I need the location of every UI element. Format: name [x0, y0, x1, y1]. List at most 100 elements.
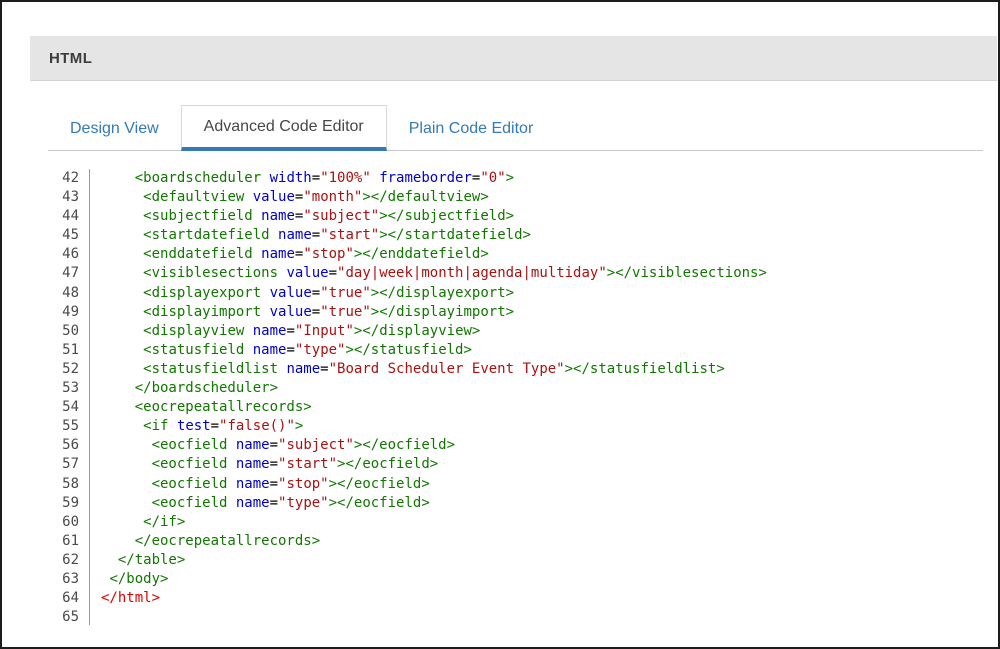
- code-token: =: [320, 361, 328, 377]
- line-number: 65: [48, 608, 90, 625]
- code-token: <boardscheduler: [135, 170, 261, 186]
- code-token: [101, 285, 143, 301]
- code-token: <displayimport: [143, 304, 261, 320]
- code-line-text: <statusfieldlist name="Board Scheduler E…: [90, 360, 725, 379]
- code-token: width: [270, 170, 312, 186]
- code-token: value: [253, 189, 295, 205]
- code-token: "100%": [320, 170, 371, 186]
- code-token: [101, 246, 143, 262]
- code-token: =: [312, 170, 320, 186]
- code-token: ></displayexport>: [371, 285, 514, 301]
- code-token: "start": [278, 456, 337, 472]
- code-token: </boardscheduler>: [135, 380, 278, 396]
- code-token: =: [312, 227, 320, 243]
- code-token: </eocrepeatallrecords>: [135, 533, 320, 549]
- code-token: name: [236, 437, 270, 453]
- code-token: name: [286, 361, 320, 377]
- code-token: [168, 418, 176, 434]
- line-number: 54: [48, 398, 90, 417]
- code-token: "subject": [278, 437, 354, 453]
- code-token: <eocfield: [152, 476, 228, 492]
- code-line: 65: [48, 608, 983, 625]
- code-token: name: [261, 246, 295, 262]
- code-token: </html>: [101, 590, 160, 606]
- code-token: name: [236, 476, 270, 492]
- code-line: 55 <if test="false()">: [48, 417, 983, 436]
- code-editor[interactable]: 42 <boardscheduler width="100%" framebor…: [48, 169, 983, 625]
- code-line: 64</html>: [48, 589, 983, 608]
- html-panel: HTML Design View Advanced Code Editor Pl…: [30, 36, 997, 625]
- code-line-text: <defaultview value="month"></defaultview…: [90, 188, 489, 207]
- line-number: 48: [48, 284, 90, 303]
- line-number: 51: [48, 341, 90, 360]
- code-token: [101, 533, 135, 549]
- code-token: </body>: [109, 571, 168, 587]
- code-line: 44 <subjectfield name="subject"></subjec…: [48, 207, 983, 226]
- code-line-text: [90, 608, 101, 625]
- code-token: [253, 246, 261, 262]
- code-line: 62 </table>: [48, 551, 983, 570]
- code-token: =: [329, 265, 337, 281]
- code-token: <displayview: [143, 323, 244, 339]
- code-token: "true": [320, 285, 371, 301]
- line-number: 43: [48, 188, 90, 207]
- code-token: [101, 265, 143, 281]
- code-token: <if: [143, 418, 168, 434]
- code-token: >: [506, 170, 514, 186]
- code-line-text: </html>: [90, 589, 160, 608]
- code-line-text: <eocfield name="subject"></eocfield>: [90, 436, 455, 455]
- code-line: 45 <startdatefield name="start"></startd…: [48, 226, 983, 245]
- code-token: [101, 189, 143, 205]
- code-line: 47 <visiblesections value="day|week|mont…: [48, 264, 983, 283]
- code-token: name: [236, 495, 270, 511]
- line-number: 50: [48, 322, 90, 341]
- line-number: 44: [48, 207, 90, 226]
- code-token: "stop": [278, 476, 329, 492]
- line-number: 47: [48, 264, 90, 283]
- code-token: [101, 514, 143, 530]
- code-line: 53 </boardscheduler>: [48, 379, 983, 398]
- tab-design-view[interactable]: Design View: [48, 106, 181, 151]
- code-line: 42 <boardscheduler width="100%" framebor…: [48, 169, 983, 188]
- code-token: <enddatefield: [143, 246, 253, 262]
- tab-plain-code-editor[interactable]: Plain Code Editor: [387, 106, 556, 151]
- code-line-text: <startdatefield name="start"></startdate…: [90, 226, 531, 245]
- code-line-text: <displayimport value="true"></displayimp…: [90, 303, 514, 322]
- code-token: [261, 285, 269, 301]
- code-token: "type": [295, 342, 346, 358]
- code-token: value: [270, 285, 312, 301]
- code-token: <statusfieldlist: [143, 361, 278, 377]
- code-lines: 42 <boardscheduler width="100%" framebor…: [48, 169, 983, 625]
- code-line: 52 <statusfieldlist name="Board Schedule…: [48, 360, 983, 379]
- code-token: <subjectfield: [143, 208, 253, 224]
- code-token: =: [312, 304, 320, 320]
- code-token: "Board Scheduler Event Type": [329, 361, 565, 377]
- code-line: 59 <eocfield name="type"></eocfield>: [48, 494, 983, 513]
- code-token: [227, 476, 235, 492]
- line-number: 49: [48, 303, 90, 322]
- code-token: [371, 170, 379, 186]
- code-token: <displayexport: [143, 285, 261, 301]
- code-token: [101, 342, 143, 358]
- tab-bar: Design View Advanced Code Editor Plain C…: [48, 105, 983, 151]
- code-token: [244, 189, 252, 205]
- line-number: 42: [48, 169, 90, 188]
- code-token: name: [236, 456, 270, 472]
- tab-advanced-code-editor[interactable]: Advanced Code Editor: [181, 105, 387, 151]
- code-token: <statusfield: [143, 342, 244, 358]
- code-token: =: [270, 437, 278, 453]
- code-token: =: [312, 285, 320, 301]
- code-token: [101, 456, 152, 472]
- code-token: ></eocfield>: [329, 476, 430, 492]
- code-token: value: [270, 304, 312, 320]
- code-token: <eocfield: [152, 495, 228, 511]
- code-token: "stop": [303, 246, 354, 262]
- line-number: 57: [48, 455, 90, 474]
- code-token: <visiblesections: [143, 265, 278, 281]
- code-token: ></displayimport>: [371, 304, 514, 320]
- code-token: test: [177, 418, 211, 434]
- code-line-text: <displayview name="Input"></displayview>: [90, 322, 480, 341]
- code-token: </if>: [143, 514, 185, 530]
- code-token: name: [278, 227, 312, 243]
- code-token: name: [253, 342, 287, 358]
